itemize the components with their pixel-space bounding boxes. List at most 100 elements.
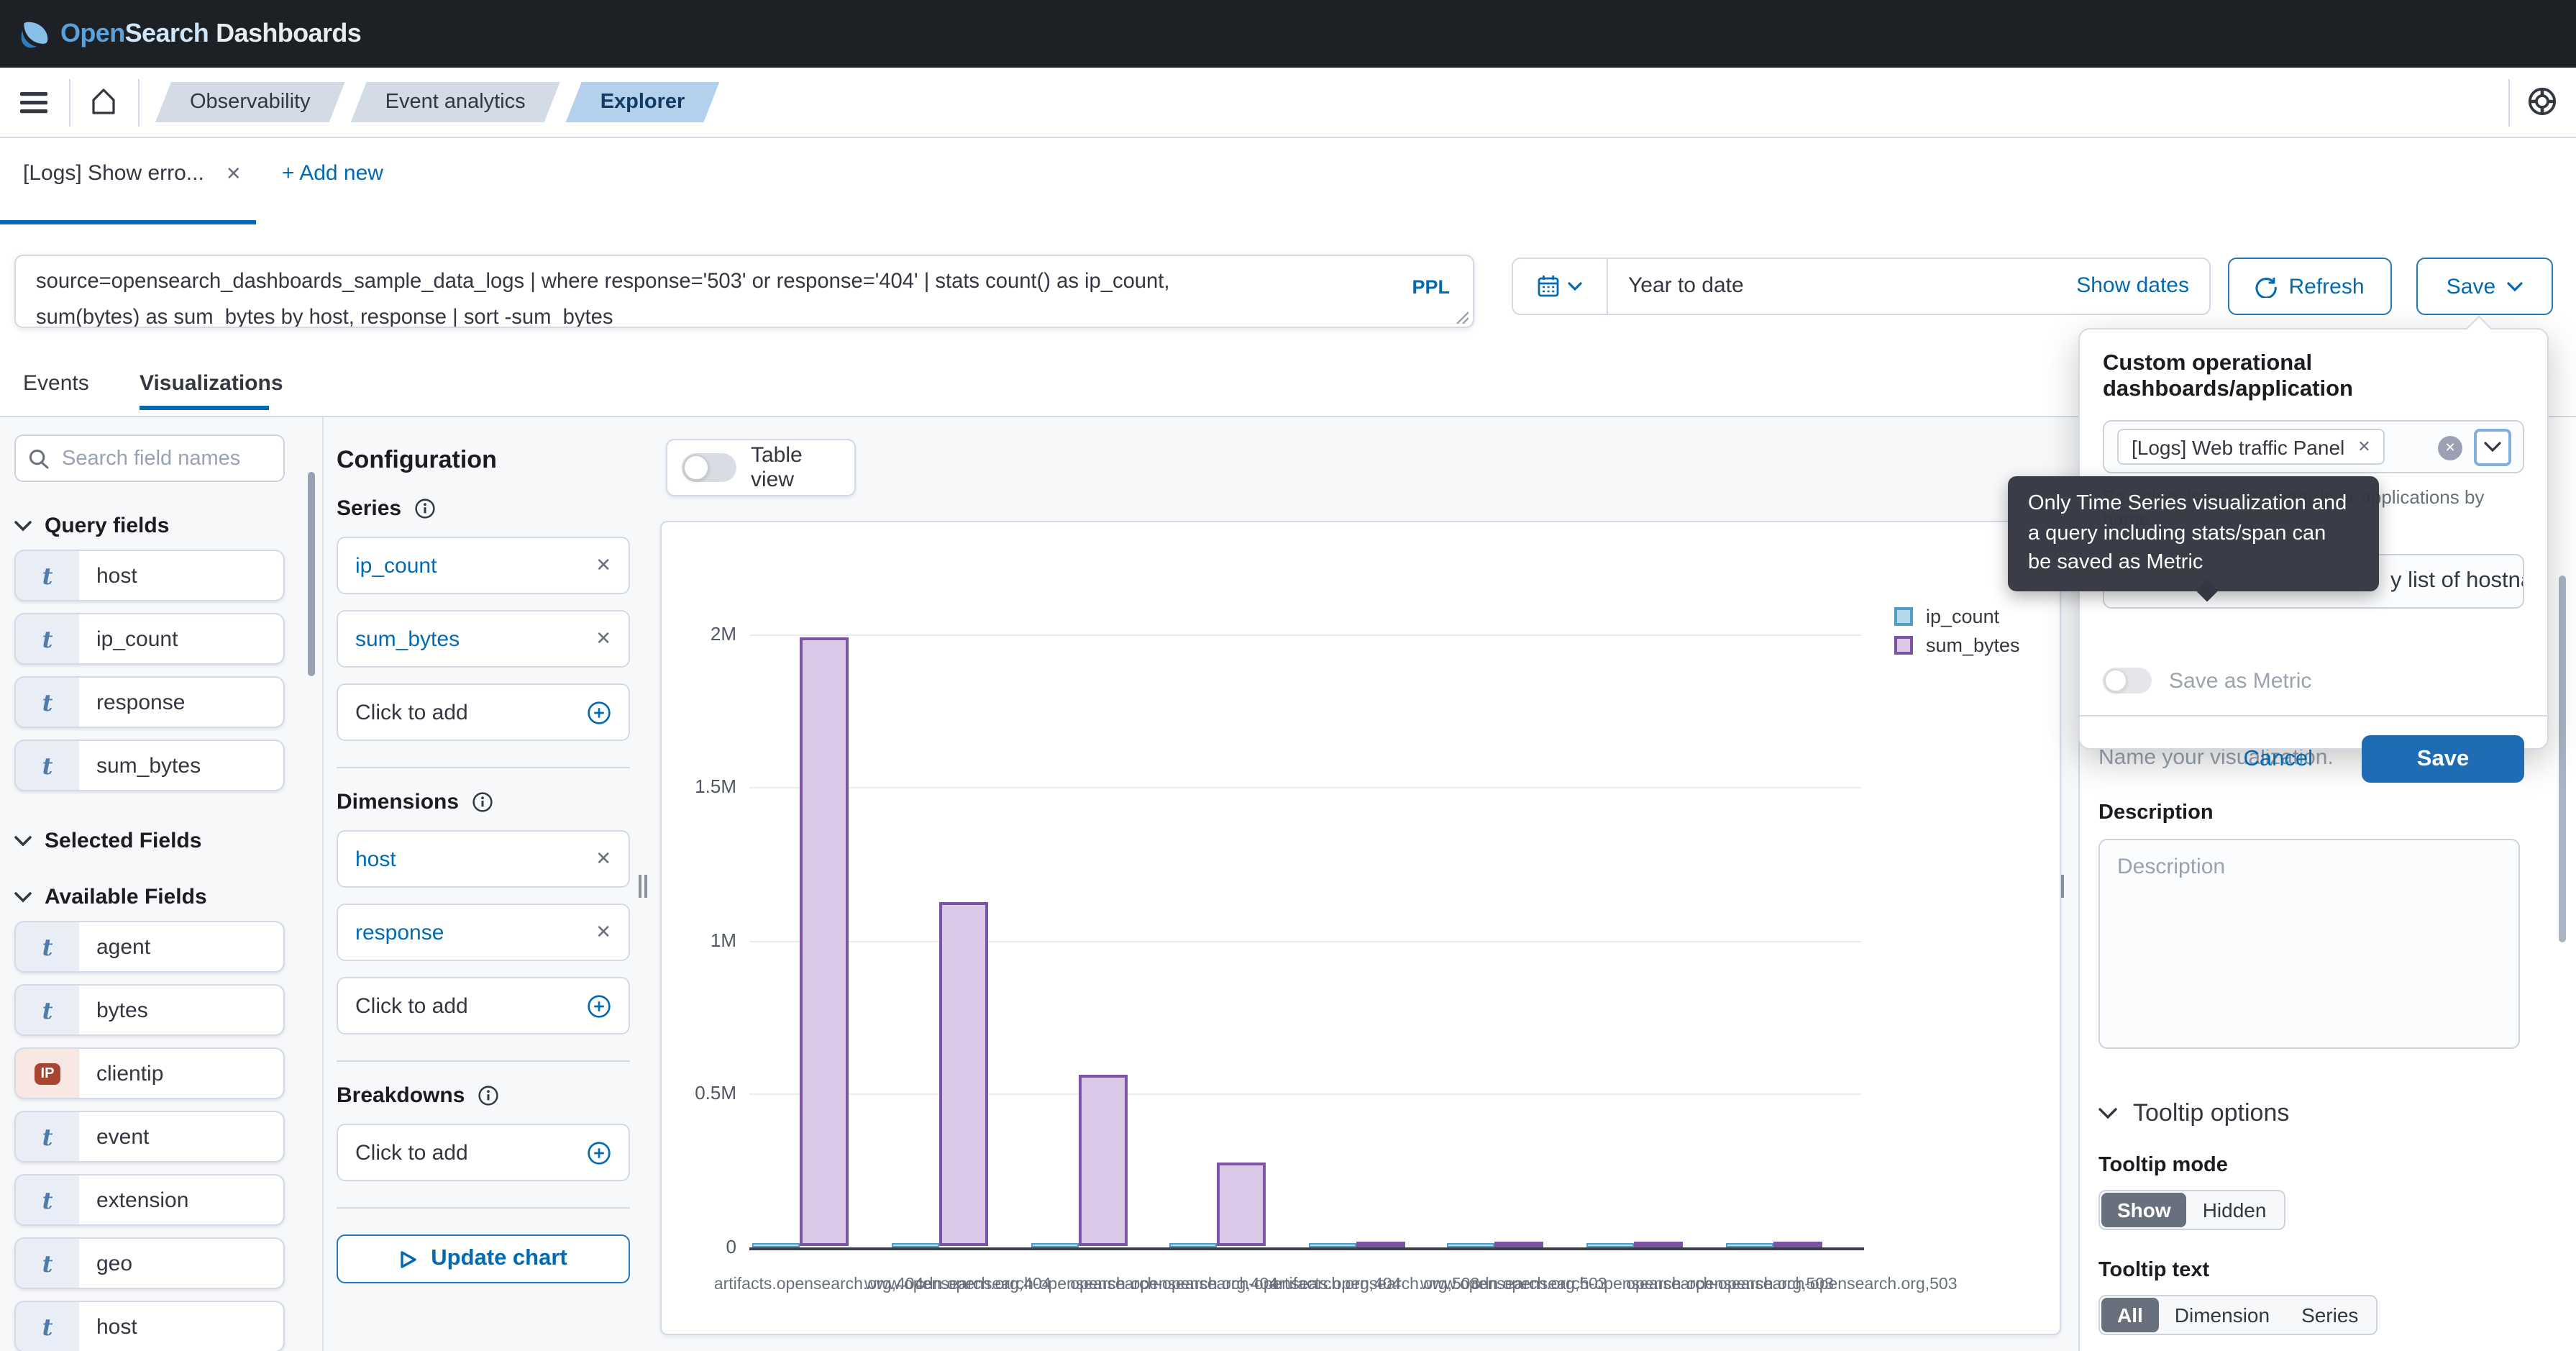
- search-input[interactable]: [59, 445, 270, 471]
- bar-ip-count-2[interactable]: [1031, 1242, 1079, 1247]
- field-item-clientip[interactable]: IP clientip: [14, 1047, 285, 1099]
- tooltip-text-dimension[interactable]: Dimension: [2159, 1298, 2285, 1332]
- tooltip-options-section[interactable]: Tooltip options: [2098, 1099, 2576, 1128]
- save-as-metric-toggle[interactable]: [2103, 668, 2152, 693]
- info-icon[interactable]: [414, 498, 436, 519]
- remove-icon[interactable]: ✕: [595, 921, 611, 944]
- table-view-toggle[interactable]: [682, 453, 736, 482]
- click-to-add-label: Click to add: [355, 993, 468, 1018]
- field-item-event[interactable]: t event: [14, 1111, 285, 1163]
- bar-sum-bytes-6[interactable]: [1634, 1242, 1683, 1247]
- bar-chart[interactable]: 0 0.5M 1M 1.5M 2M artifacts.opensearch.org,40…: [660, 521, 2061, 1335]
- nav-toolbar: Observability Event analytics Explorer: [0, 68, 2576, 138]
- description-textarea[interactable]: [2098, 839, 2520, 1049]
- add-icon[interactable]: [587, 700, 611, 724]
- chevron-down-icon[interactable]: [2474, 429, 2511, 466]
- ppl-query-input[interactable]: source=opensearch_dashboards_sample_data…: [14, 255, 1474, 328]
- field-item-host[interactable]: t host: [14, 1301, 285, 1351]
- resize-handle-icon[interactable]: [1454, 309, 1469, 324]
- cancel-button[interactable]: Cancel: [2244, 746, 2314, 772]
- field-name: bytes: [96, 998, 148, 1022]
- help-icon[interactable]: [2527, 86, 2557, 117]
- sidebar-scrollbar[interactable]: [308, 472, 315, 676]
- breadcrumb-item-observability[interactable]: Observability: [155, 82, 345, 122]
- config-section-breakdowns: Breakdowns: [337, 1083, 643, 1108]
- tab-events[interactable]: Events: [23, 371, 89, 396]
- bar-ip-count-0[interactable]: [752, 1242, 800, 1247]
- field-item-ip-count[interactable]: t ip_count: [14, 613, 285, 665]
- section-available-fields[interactable]: Available Fields: [14, 885, 322, 909]
- add-icon[interactable]: [587, 993, 611, 1018]
- popover-title: Custom operational dashboards/applicatio…: [2103, 351, 2353, 401]
- metric-restriction-tooltip: Only Time Series visualization and a que…: [2008, 476, 2379, 601]
- panel-combobox[interactable]: [Logs] Web traffic Panel ✕ ✕: [2103, 420, 2524, 473]
- date-picker-button[interactable]: [1513, 259, 1608, 314]
- tooltip-text-all[interactable]: All: [2101, 1298, 2159, 1332]
- home-icon[interactable]: [91, 88, 117, 115]
- bar-sum-bytes-4[interactable]: [1356, 1242, 1405, 1247]
- section-query-fields[interactable]: Query fields: [14, 514, 322, 538]
- remove-icon[interactable]: ✕: [595, 627, 611, 650]
- bar-ip-count-5[interactable]: [1447, 1242, 1495, 1247]
- bar-ip-count-7[interactable]: [1725, 1242, 1773, 1247]
- explorer-tab[interactable]: [Logs] Show erro... ✕: [23, 161, 242, 186]
- click-to-add-series[interactable]: Click to add: [337, 683, 630, 741]
- config-item-ip-count[interactable]: ip_count ✕: [337, 537, 630, 594]
- bar-sum-bytes-1[interactable]: [938, 902, 988, 1247]
- remove-icon[interactable]: ✕: [595, 847, 611, 870]
- available-fields-list: t agent t bytes IP clientip t event t extension t g…: [0, 921, 322, 1351]
- selected-panel-tag[interactable]: [Logs] Web traffic Panel ✕: [2117, 429, 2385, 465]
- right-panel-scrollbar[interactable]: [2559, 576, 2566, 942]
- remove-icon[interactable]: ✕: [595, 554, 611, 577]
- show-dates-button[interactable]: Show dates: [2076, 273, 2189, 298]
- section-selected-fields[interactable]: Selected Fields: [14, 829, 322, 853]
- add-icon[interactable]: [587, 1140, 611, 1165]
- bar-ip-count-6[interactable]: [1586, 1242, 1634, 1247]
- tooltip-text-series[interactable]: Series: [2285, 1298, 2374, 1332]
- click-to-add-dimensions[interactable]: Click to add: [337, 977, 630, 1034]
- bar-ip-count-4[interactable]: [1308, 1242, 1356, 1247]
- bar-sum-bytes-0[interactable]: [800, 637, 849, 1247]
- bar-sum-bytes-7[interactable]: [1773, 1242, 1822, 1247]
- legend-item-sum-bytes[interactable]: sum_bytes: [1894, 634, 2020, 656]
- click-to-add-breakdowns[interactable]: Click to add: [337, 1124, 630, 1181]
- close-icon[interactable]: ✕: [226, 162, 242, 185]
- tab-visualizations[interactable]: Visualizations: [140, 371, 283, 396]
- tooltip-mode-hidden[interactable]: Hidden: [2187, 1193, 2283, 1227]
- field-item-response[interactable]: t response: [14, 676, 285, 728]
- breadcrumb-item-event-analytics[interactable]: Event analytics: [351, 82, 560, 122]
- field-item-extension[interactable]: t extension: [14, 1174, 285, 1226]
- config-item-host[interactable]: host ✕: [337, 830, 630, 888]
- clear-selection-icon[interactable]: ✕: [2438, 436, 2462, 460]
- bar-sum-bytes-3[interactable]: [1217, 1163, 1266, 1247]
- menu-icon[interactable]: [20, 92, 47, 114]
- add-new-tab-button[interactable]: + Add new: [282, 161, 383, 186]
- config-item-response[interactable]: response ✕: [337, 904, 630, 961]
- panel-resize-handle[interactable]: [639, 875, 647, 898]
- save-dropdown-button[interactable]: Save: [2416, 258, 2553, 315]
- field-search-box[interactable]: [14, 435, 285, 482]
- info-icon[interactable]: [472, 791, 493, 813]
- remove-tag-icon[interactable]: ✕: [2357, 437, 2370, 456]
- config-item-sum-bytes[interactable]: sum_bytes ✕: [337, 610, 630, 668]
- field-item-bytes[interactable]: t bytes: [14, 984, 285, 1036]
- bar-sum-bytes-5[interactable]: [1494, 1242, 1544, 1247]
- field-item-agent[interactable]: t agent: [14, 921, 285, 973]
- bar-ip-count-1[interactable]: [891, 1242, 939, 1247]
- field-item-sum-bytes[interactable]: t sum_bytes: [14, 740, 285, 791]
- save-confirm-button[interactable]: Save: [2362, 735, 2524, 783]
- bar-ip-count-3[interactable]: [1169, 1242, 1218, 1247]
- opensearch-dashboards-app: OpenSearch Dashboards Observability Event …: [0, 0, 2576, 1351]
- field-item-host[interactable]: t host: [14, 550, 285, 601]
- bar-sum-bytes-2[interactable]: [1078, 1075, 1128, 1247]
- info-icon[interactable]: [478, 1085, 499, 1106]
- field-name: event: [96, 1124, 150, 1149]
- update-chart-button[interactable]: Update chart: [337, 1234, 630, 1283]
- opensearch-logo-icon[interactable]: [19, 18, 50, 50]
- tooltip-mode-show[interactable]: Show: [2101, 1193, 2187, 1227]
- legend-item-ip-count[interactable]: ip_count: [1894, 606, 2020, 627]
- field-item-geo[interactable]: t geo: [14, 1237, 285, 1289]
- time-range-value[interactable]: Year to date: [1628, 273, 1744, 298]
- refresh-button[interactable]: Refresh: [2228, 258, 2392, 315]
- breadcrumb-item-explorer[interactable]: Explorer: [566, 82, 720, 122]
